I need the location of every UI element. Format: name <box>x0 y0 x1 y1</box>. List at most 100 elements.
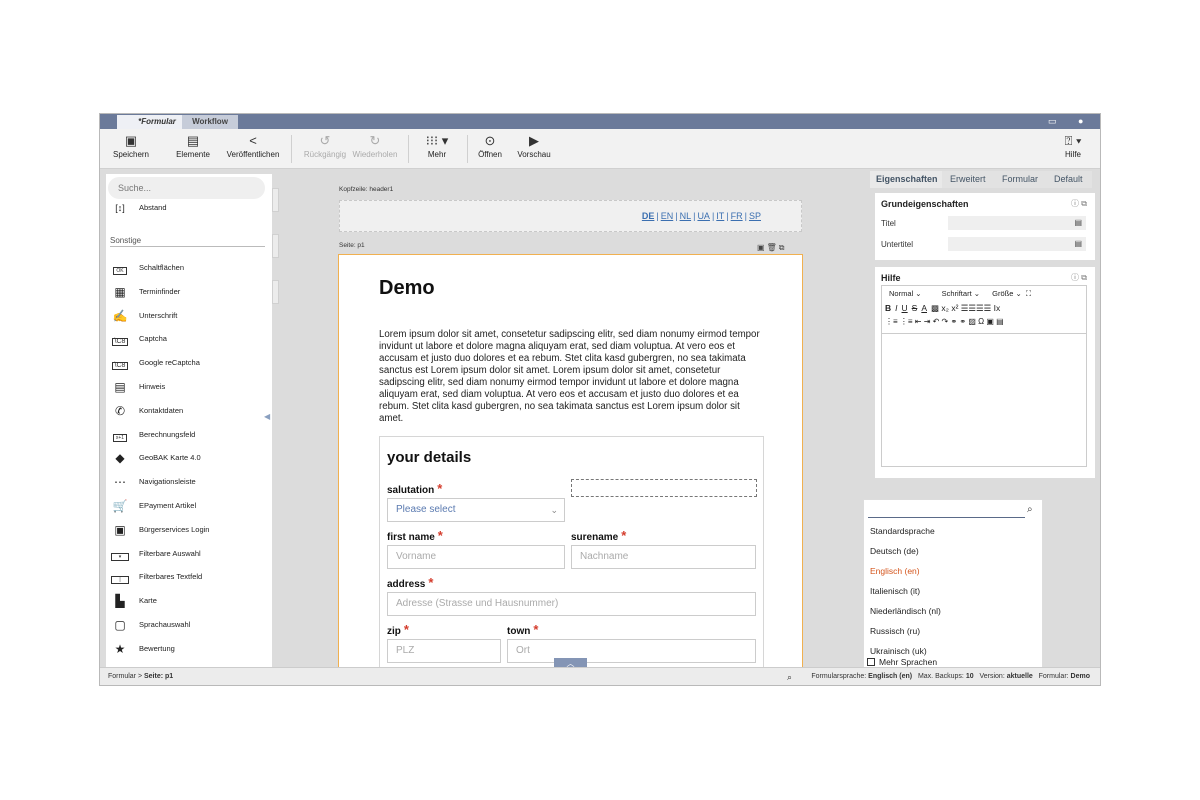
collapse-left-icon[interactable]: ◀ <box>264 412 270 421</box>
tab-workflow[interactable]: Workflow <box>182 115 238 129</box>
tab-default[interactable]: Default <box>1054 171 1092 188</box>
panel-tab[interactable] <box>272 280 279 304</box>
first-name-input[interactable]: Vorname <box>387 545 565 569</box>
subtitle-input[interactable]: ▤ <box>948 237 1086 251</box>
language-option[interactable]: Niederländisch (nl) <box>870 606 941 616</box>
language-option[interactable]: Italienisch (it) <box>870 586 920 596</box>
element-item[interactable]: ▙ Karte <box>110 591 270 611</box>
language-option[interactable]: Ukrainisch (uk) <box>870 646 927 656</box>
element-item[interactable]: | Filterbares Textfeld <box>110 567 270 587</box>
element-item[interactable]: ★ Bewertung <box>110 639 270 659</box>
empty-placeholder-field[interactable] <box>571 479 757 497</box>
zip-input[interactable]: PLZ <box>387 639 501 663</box>
list-icons[interactable]: ⋮≡ ⋮≡ ⇤ ⇥ ↶ ↷ <box>885 317 950 326</box>
underline-icon[interactable]: U <box>902 303 908 313</box>
open-button[interactable]: ⊙ Öffnen <box>472 133 508 161</box>
required-marker: * <box>533 622 539 637</box>
more-button[interactable]: ⁝⁝⁝ ▾ Mehr <box>418 133 456 161</box>
element-item[interactable]: ◆ GeoBAK Karte 4.0 <box>110 448 270 468</box>
redo-button[interactable]: ↻ Wiederholen <box>352 133 398 161</box>
help-button[interactable]: ⍰ ▾ Hilfe <box>1058 133 1088 161</box>
element-item[interactable]: ▤ Hinweis <box>110 377 270 397</box>
header-region[interactable]: DE | EN | NL | UA | IT | FR | SP <box>339 200 802 232</box>
language-link[interactable]: IT <box>716 211 724 221</box>
element-item[interactable]: ✍ Unterschrift <box>110 306 270 326</box>
element-item[interactable]: ✆ Kontaktdaten <box>110 401 270 421</box>
language-option[interactable]: Standardsprache <box>870 526 935 536</box>
more-languages-checkbox[interactable]: Mehr Sprachen <box>867 657 937 667</box>
search-icon[interactable]: ⌕ <box>787 668 792 685</box>
language-link[interactable]: DE <box>642 211 655 221</box>
language-option[interactable]: Russisch (ru) <box>870 626 920 636</box>
element-item[interactable]: 🛒 EPayment Artikel <box>110 496 270 516</box>
maximize-icon[interactable]: ⛶ <box>1026 289 1031 298</box>
panel-tab[interactable] <box>272 188 279 212</box>
subscript-icon[interactable]: x₂ <box>941 303 951 313</box>
undo-button[interactable]: ↺ Rückgängig <box>302 133 348 161</box>
town-input[interactable]: Ort <box>507 639 756 663</box>
panel-tab[interactable] <box>272 234 279 258</box>
size-select[interactable]: Größe ⌄ <box>992 289 1022 298</box>
rich-text-editor[interactable]: Normal ⌄ Schriftart ⌄ Größe ⌄ ⛶ B I U S A ▩ x… <box>881 285 1087 467</box>
elements-panel: Suche... [↕] Abstand Sonstige OK Schaltfl… <box>106 174 272 667</box>
tab-erweitert[interactable]: Erweitert <box>950 171 998 188</box>
language-link[interactable]: FR <box>731 211 743 221</box>
window-icon[interactable]: ⧉ <box>1081 199 1087 208</box>
preview-button[interactable]: ▶ Vorschau <box>514 133 554 161</box>
element-item[interactable]: x+1 Berechnungsfeld <box>110 425 270 445</box>
user-icon[interactable]: ● <box>1078 116 1083 126</box>
edit-icon[interactable]: ▤ <box>1074 239 1082 248</box>
language-link[interactable]: NL <box>680 211 692 221</box>
element-item-label: Google reCaptcha <box>139 358 200 368</box>
elements-button[interactable]: ▤ Elemente <box>174 133 212 161</box>
clear-format-icon[interactable]: Ix <box>994 303 1001 313</box>
language-search-input[interactable] <box>868 506 1025 518</box>
search-icon[interactable]: ⌕ <box>1027 504 1033 515</box>
bg-color-icon[interactable]: ▩ <box>931 303 941 313</box>
page-settings-icon[interactable]: ▣ <box>757 243 767 252</box>
language-link[interactable]: EN <box>661 211 674 221</box>
element-item[interactable]: ▾ Filterbare Auswahl <box>110 544 270 564</box>
align-icons[interactable]: ☰☰☰☰ <box>961 303 994 313</box>
title-input[interactable]: ▤ <box>948 216 1086 230</box>
copy-icon[interactable]: ⧉ <box>779 243 787 252</box>
surename-input[interactable]: Nachname <box>571 545 756 569</box>
salutation-select[interactable]: Please select ⌄ <box>387 498 565 522</box>
element-abstand[interactable]: [↕] Abstand <box>110 198 270 218</box>
element-item[interactable]: ▣ Bürgerservices Login <box>110 520 270 540</box>
superscript-icon[interactable]: x² <box>951 303 960 313</box>
language-option[interactable]: Englisch (en) <box>870 566 920 576</box>
element-item[interactable]: \C8 Google reCaptcha <box>110 353 270 373</box>
panel-tabs <box>272 188 279 326</box>
language-option[interactable]: Deutsch (de) <box>870 546 919 556</box>
info-icon[interactable]: ⓘ <box>1071 199 1079 208</box>
text-color-icon[interactable]: A <box>921 303 927 313</box>
element-item[interactable]: ⋯ Navigationsleiste <box>110 472 270 492</box>
trash-icon[interactable]: 🗑 <box>767 243 779 252</box>
element-item[interactable]: ▢ Sprachauswahl <box>110 615 270 635</box>
element-item[interactable]: \C8 Captcha <box>110 329 270 349</box>
element-item-label: Karte <box>139 596 157 606</box>
language-link[interactable]: UA <box>697 211 710 221</box>
edit-icon[interactable]: ▤ <box>1074 218 1082 227</box>
strike-icon[interactable]: S <box>912 303 918 313</box>
font-select[interactable]: Schriftart ⌄ <box>942 289 980 298</box>
form-page: Demo Lorem ipsum dolor sit amet, consete… <box>338 254 803 674</box>
address-input[interactable]: Adresse (Strasse und Hausnummer) <box>387 592 756 616</box>
play-icon: ▶ <box>529 133 539 148</box>
element-item[interactable]: ▦ Terminfinder <box>110 282 270 302</box>
element-search-input[interactable]: Suche... <box>108 177 265 199</box>
tab-formular[interactable]: Formular <box>1002 171 1048 188</box>
bold-icon[interactable]: B <box>885 303 891 313</box>
publish-button[interactable]: < Veröffentlichen <box>224 133 282 161</box>
italic-icon[interactable]: I <box>895 303 897 313</box>
save-button[interactable]: ▣ Speichern <box>112 133 150 161</box>
element-item[interactable]: OK Schaltflächen <box>110 258 270 278</box>
window-icon[interactable]: ⧉ <box>1081 273 1087 282</box>
tab-eigenschaften[interactable]: Eigenschaften <box>870 171 942 188</box>
format-select[interactable]: Normal ⌄ <box>889 289 922 298</box>
info-icon[interactable]: ⓘ <box>1071 273 1079 282</box>
chat-icon[interactable]: ▭ <box>1048 116 1057 127</box>
link-icons[interactable]: ⚭ ⚭ ▨ Ω ▣ ▤ <box>950 317 1003 326</box>
language-link[interactable]: SP <box>749 211 761 221</box>
